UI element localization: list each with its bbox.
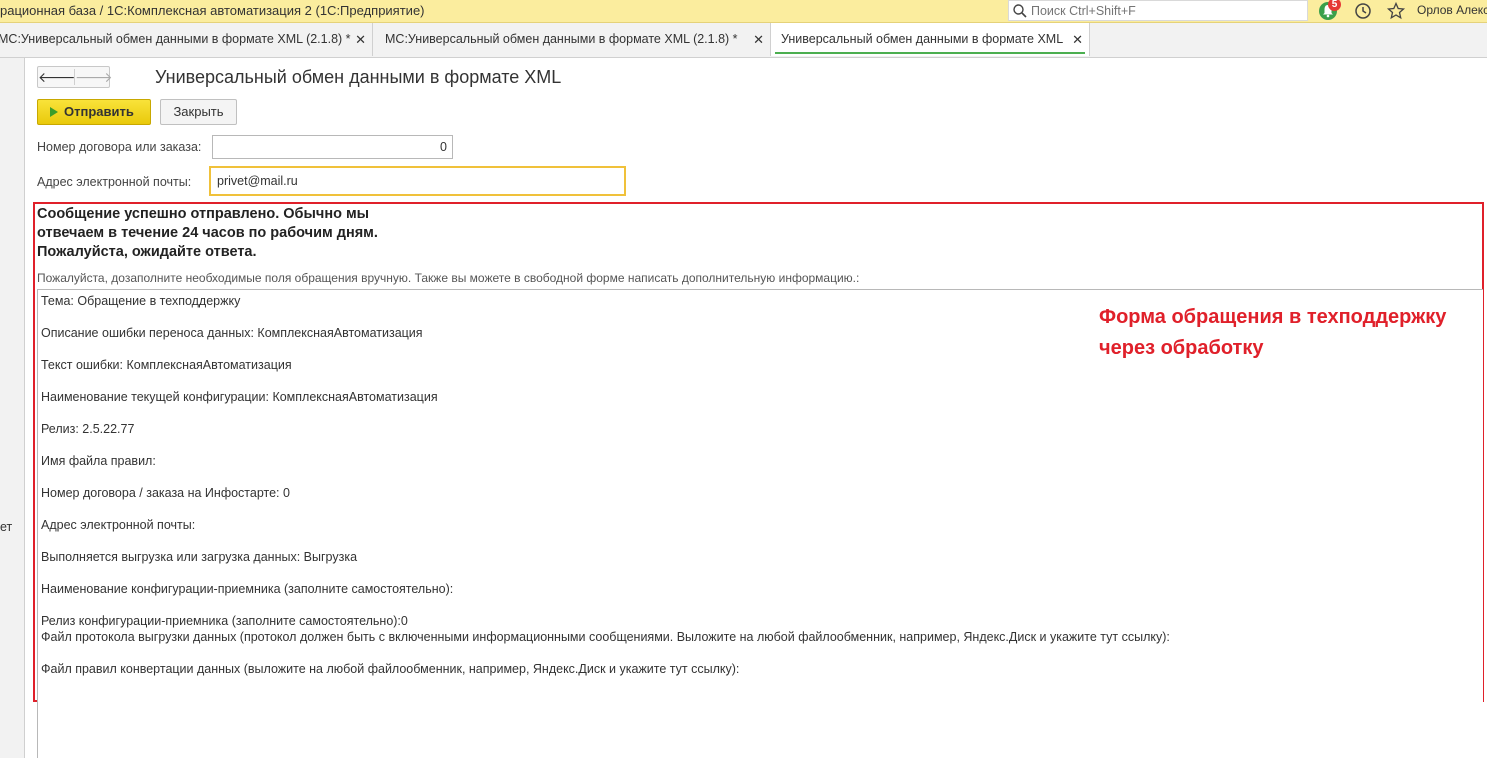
request-line: Имя файла правил: [41, 454, 156, 468]
history-icon[interactable] [1353, 1, 1373, 21]
request-line: Текст ошибки: КомплекснаяАвтоматизация [41, 358, 292, 372]
request-line: Релиз конфигурации-приемника (заполните … [41, 614, 408, 628]
contract-number-label: Номер договора или заказа: [37, 140, 202, 154]
success-message-line: Пожалуйста, ожидайте ответа. [37, 244, 257, 260]
user-name[interactable]: Орлов Алекса [1417, 3, 1487, 17]
fill-in-hint: Пожалуйста, дозаполните необходимые поля… [37, 271, 860, 285]
sections-panel: ет [0, 58, 25, 758]
tab-label: Универсальный обмен данными в формате XM… [781, 32, 1064, 46]
play-icon [50, 107, 58, 117]
open-windows-tabs: МС:Универсальный обмен данными в формате… [0, 23, 1487, 58]
request-line: Номер договора / заказа на Инфостарте: 0 [41, 486, 290, 500]
window-title-bar: рационная база / 1С:Комплексная автомати… [0, 0, 1487, 23]
request-line: Наименование текущей конфигурации: Компл… [41, 390, 438, 404]
search-input[interactable] [1031, 2, 1301, 19]
send-button-label: Отправить [64, 104, 134, 119]
navigation-buttons: 🡐 🡒 [37, 66, 113, 88]
annotation-line: через обработку [1099, 337, 1264, 359]
section-label-fragment[interactable]: ет [0, 520, 12, 534]
email-field[interactable]: privet@mail.ru [209, 166, 626, 196]
request-line: Наименование конфигурации-приемника (зап… [41, 582, 454, 596]
close-button[interactable]: Закрыть [160, 99, 237, 125]
request-line: Файл протокола выгрузки данных (протокол… [41, 630, 1170, 644]
tab-label: МС:Универсальный обмен данными в формате… [385, 32, 738, 46]
contract-number-field[interactable]: 0 [212, 135, 453, 159]
notification-badge: 5 [1328, 0, 1341, 11]
request-line: Тема: Обращение в техподдержку [41, 294, 241, 308]
tab-label: МС:Универсальный обмен данными в формате… [0, 32, 351, 46]
close-icon[interactable]: ✕ [1072, 23, 1083, 56]
close-icon[interactable]: ✕ [753, 23, 764, 56]
request-line: Описание ошибки переноса данных: Комплек… [41, 326, 423, 340]
email-label: Адрес электронной почты: [37, 175, 192, 189]
request-line: Выполняется выгрузка или загрузка данных… [41, 550, 358, 564]
request-line: Релиз: 2.5.22.77 [41, 422, 135, 436]
window-title: рационная база / 1С:Комплексная автомати… [0, 3, 425, 18]
favorites-star-icon[interactable] [1386, 1, 1406, 21]
success-message-line: отвечаем в течение 24 часов по рабочим д… [37, 225, 378, 241]
tab-xml-exchange-active[interactable]: Универсальный обмен данными в формате XM… [771, 23, 1090, 56]
request-line: Адрес электронной почты: [41, 518, 196, 532]
annotation-line: Форма обращения в техподдержку [1099, 306, 1447, 328]
tab-xml-exchange-2[interactable]: МС:Универсальный обмен данными в формате… [373, 23, 771, 56]
close-icon[interactable]: ✕ [355, 23, 366, 56]
tab-xml-exchange-1[interactable]: МС:Универсальный обмен данными в формате… [0, 23, 373, 56]
forward-arrow-icon[interactable]: 🡒 [75, 67, 113, 87]
back-arrow-icon[interactable]: 🡐 [38, 67, 76, 87]
page-title: Универсальный обмен данными в формате XM… [155, 67, 562, 87]
request-line: Файл правил конвертации данных (выложите… [41, 662, 740, 676]
annotation-text: Форма обращения в техподдержку через обр… [1099, 302, 1446, 364]
send-button[interactable]: Отправить [37, 99, 151, 125]
success-message: Сообщение успешно отправлено. Обычно мы … [37, 205, 378, 262]
global-search[interactable] [1008, 0, 1308, 21]
search-icon [1013, 4, 1027, 18]
success-message-line: Сообщение успешно отправлено. Обычно мы [37, 206, 370, 222]
